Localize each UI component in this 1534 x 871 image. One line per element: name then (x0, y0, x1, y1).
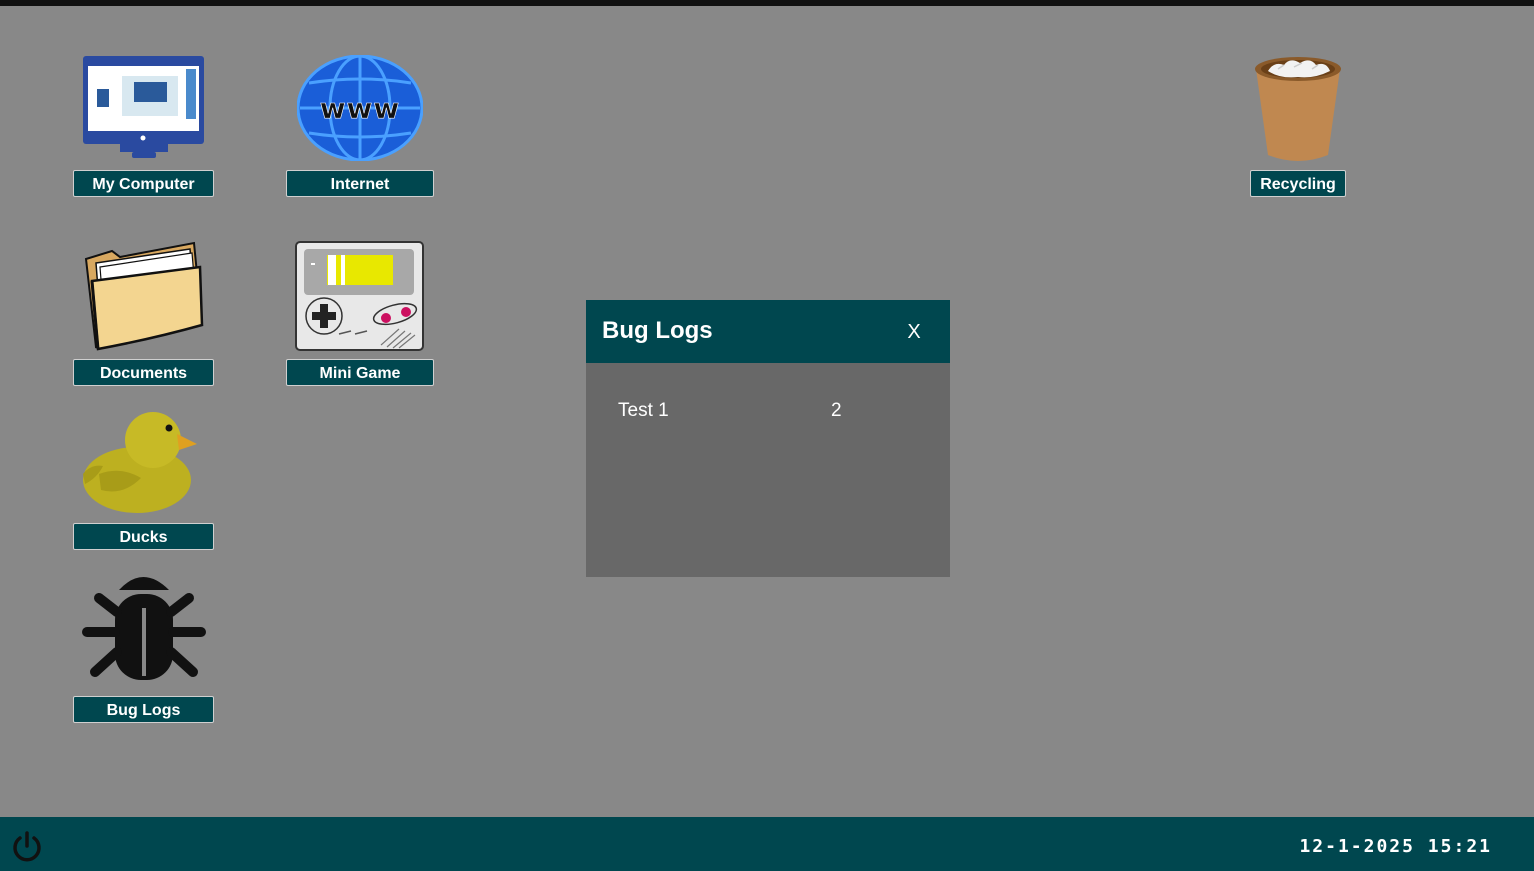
desktop-icon-label: Bug Logs (73, 696, 214, 723)
desktop-icon-internet[interactable]: www Internet (286, 54, 434, 200)
desktop-icon-label: My Computer (73, 170, 214, 197)
clock: 12-1-2025 15:21 (1299, 836, 1492, 857)
bug-icon (81, 568, 207, 688)
desktop-icon-bug-logs[interactable]: Bug Logs (73, 568, 214, 726)
desktop-icon-ducks[interactable]: Ducks (73, 404, 214, 553)
recycle-bin-icon (1254, 55, 1342, 163)
log-name: Test 1 (618, 400, 669, 421)
desktop-icon-documents[interactable]: Documents (73, 240, 214, 388)
list-item[interactable]: Test 1 2 (618, 400, 918, 424)
power-icon[interactable] (10, 829, 44, 863)
desktop-icon-recycling[interactable]: Recycling (1250, 54, 1346, 200)
desktop-icon-mini-game[interactable]: Mini Game (286, 240, 434, 388)
window-title-bar[interactable]: Bug Logs X (586, 300, 950, 363)
duck-icon (81, 404, 199, 516)
gameboy-icon (295, 241, 425, 351)
close-button[interactable]: X (902, 320, 926, 344)
monitor-icon (82, 54, 206, 162)
desktop-icon-my-computer[interactable]: My Computer (73, 54, 214, 200)
log-count: 2 (831, 400, 842, 421)
desktop-icon-label: Internet (286, 170, 434, 197)
desktop-icon-label: Mini Game (286, 359, 434, 386)
folder-icon (82, 241, 206, 353)
bug-logs-window: Bug Logs X Test 1 2 (586, 300, 950, 577)
desktop-icon-label: Ducks (73, 523, 214, 550)
window-title: Bug Logs (602, 317, 713, 344)
desktop-icon-label: Documents (73, 359, 214, 386)
globe-www-icon: www (297, 55, 423, 161)
svg-text:www: www (320, 92, 401, 125)
taskbar: 12-1-2025 15:21 (0, 817, 1534, 871)
desktop-icon-label: Recycling (1250, 170, 1346, 197)
